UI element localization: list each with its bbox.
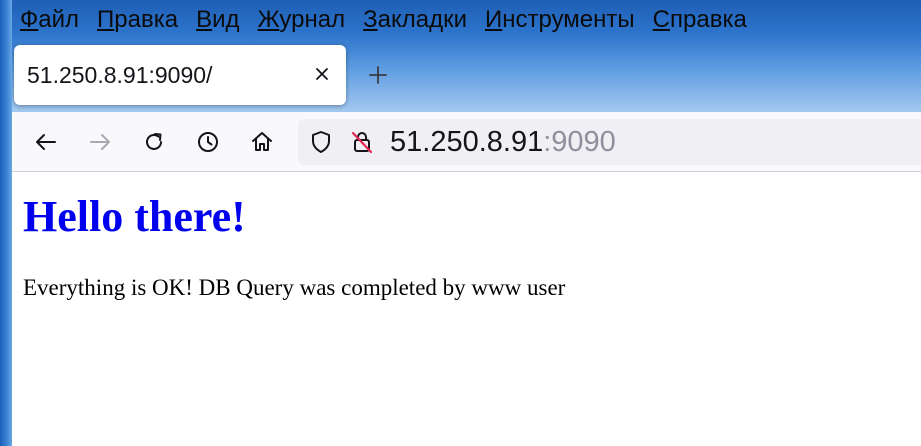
menu-bar: Файл Правка Вид Журнал Закладки Инструме… (12, 0, 765, 40)
home-icon (249, 129, 275, 155)
tab-active[interactable]: 51.250.8.91:9090/ (14, 45, 346, 105)
tab-title: 51.250.8.91:9090/ (27, 62, 213, 88)
reload-button[interactable] (136, 124, 172, 160)
menu-tools[interactable]: Инструменты (485, 0, 635, 40)
navigation-toolbar: 51.250.8.91:9090 (12, 112, 921, 172)
menu-file[interactable]: Файл (20, 0, 79, 40)
url-bar[interactable]: 51.250.8.91:9090 (298, 119, 921, 165)
window-border (0, 0, 12, 446)
url-host: 51.250.8.91 (390, 126, 544, 158)
menu-edit[interactable]: Правка (97, 0, 178, 40)
url-port: :9090 (543, 126, 616, 158)
forward-arrow-icon (87, 129, 113, 155)
close-icon[interactable] (310, 62, 334, 86)
menu-history[interactable]: Журнал (258, 0, 346, 40)
home-button[interactable] (244, 124, 280, 160)
url-text[interactable]: 51.250.8.91:9090 (390, 119, 616, 165)
shield-icon[interactable] (307, 128, 335, 156)
menu-help[interactable]: Справка (653, 0, 747, 40)
forward-button[interactable] (82, 124, 118, 160)
page-content: Hello there! Everything is OK! DB Query … (12, 173, 921, 446)
page-message: Everything is OK! DB Query was completed… (23, 275, 566, 300)
menu-view[interactable]: Вид (196, 0, 239, 40)
history-button[interactable] (190, 124, 226, 160)
menu-bookmarks[interactable]: Закладки (363, 0, 467, 40)
page-heading: Hello there! (23, 192, 246, 241)
insecure-lock-icon[interactable] (348, 128, 376, 156)
window-chrome: Файл Правка Вид Журнал Закладки Инструме… (0, 0, 921, 112)
plus-icon (367, 64, 389, 86)
back-arrow-icon (33, 129, 59, 155)
clock-icon (195, 129, 221, 155)
reload-icon (141, 129, 167, 155)
new-tab-button[interactable] (363, 60, 393, 90)
back-button[interactable] (28, 124, 64, 160)
